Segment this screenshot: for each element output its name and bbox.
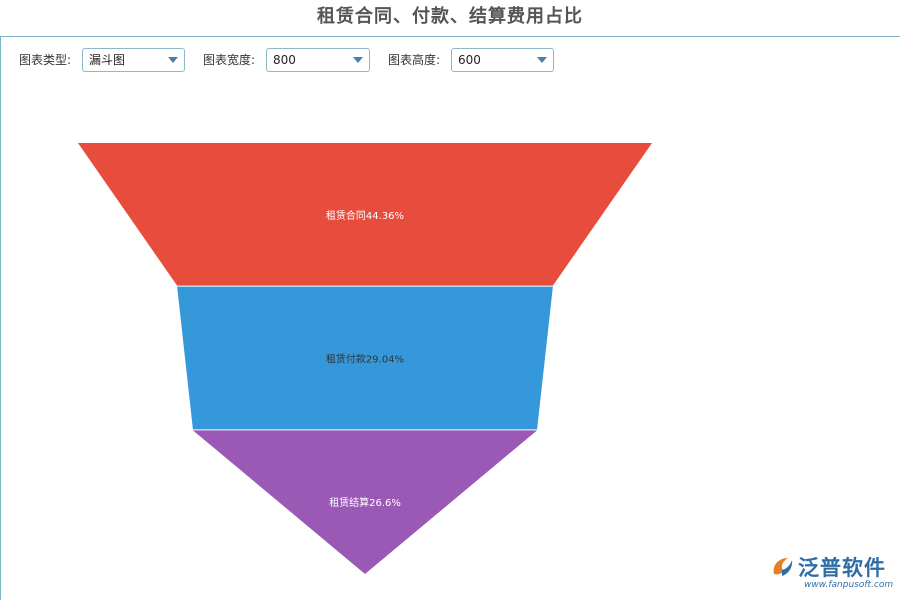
funnel-segment-label: 租赁结算26.6% <box>329 496 401 509</box>
brand-url: www.fanpusoft.com <box>804 580 894 590</box>
funnel-segment-label: 租赁合同44.36% <box>326 209 404 222</box>
funnel-segment-label: 租赁付款29.04% <box>326 353 404 366</box>
brand-mark-icon <box>773 558 793 576</box>
brand-name: 泛普软件 <box>798 556 886 580</box>
funnel-chart: 租赁合同44.36% 租赁付款29.04% 租赁结算26.6% <box>78 143 652 574</box>
brand-logo: 泛普软件 www.fanpusoft.com <box>768 552 894 596</box>
